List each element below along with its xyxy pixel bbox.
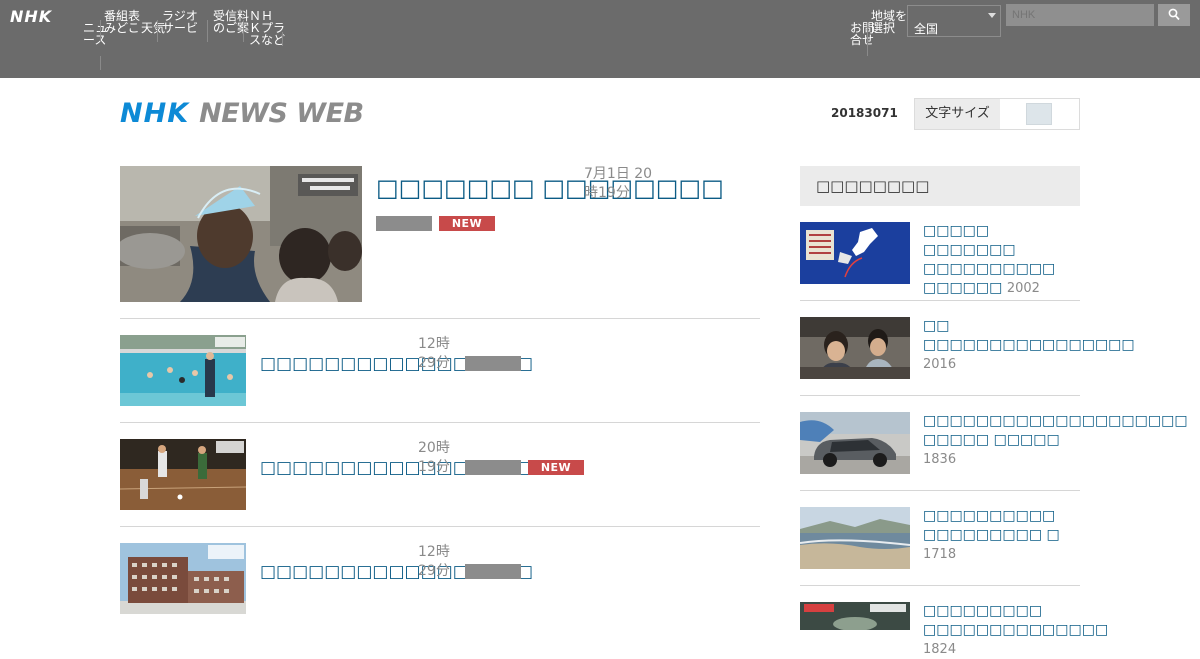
category-tag[interactable]: [465, 564, 521, 579]
list-divider: [120, 318, 760, 319]
article-date: 12時 29分: [418, 544, 450, 579]
text-size-toggle[interactable]: 文字サイズ: [914, 98, 1080, 130]
ranking-divider: [800, 395, 1080, 396]
toggle-switch[interactable]: [1026, 103, 1052, 125]
header-date: 20183071: [831, 106, 898, 120]
ranking-title: □□□□□□□□□□ □□□□□□□□□ □: [923, 508, 1060, 543]
nav-separator: [100, 56, 101, 70]
list-divider: [120, 526, 760, 527]
text-size-label: 文字サイズ: [915, 99, 1000, 129]
nav-item-plus[interactable]: ＮＨ Ｋプラ スなど: [249, 10, 285, 46]
nav-item-schedule[interactable]: 番組表 みどこ: [104, 10, 140, 34]
ranking-thumbnail-weather-map[interactable]: [800, 222, 910, 284]
nav-separator: [157, 20, 158, 42]
article-thumbnail-fan[interactable]: [120, 166, 362, 302]
region-select-value: 全国: [914, 22, 939, 36]
ranking-title: □□□□□□□□□ □□□□□□□□□□□□□□: [923, 603, 1109, 638]
ranking-count: 2016: [923, 357, 957, 372]
ranking-item-2[interactable]: □□ □□□□□□□□□□□□□□□□ 2016: [923, 317, 1135, 374]
article-date: 20時 19分: [418, 440, 450, 475]
ranking-thumbnail-beach[interactable]: [800, 507, 910, 569]
ranking-count: 1824: [923, 642, 957, 657]
list-divider: [120, 422, 760, 423]
ranking-thumbnail-car[interactable]: [800, 412, 910, 474]
ranking-title: □□□□□□□□□□□□□□□□□□□□ □□□□□ □□□□□: [923, 413, 1188, 448]
logo-newsweb-text: NEWS WEB: [199, 98, 364, 129]
nav-item-radio[interactable]: ラジオ サービ: [162, 10, 198, 34]
new-badge: NEW: [528, 460, 584, 475]
region-select[interactable]: 全国: [907, 5, 1001, 37]
nav-separator: [207, 20, 208, 42]
nav-separator: [867, 22, 868, 56]
ranking-item-3[interactable]: □□□□□□□□□□□□□□□□□□□□ □□□□□ □□□□□ 1836: [923, 412, 1188, 469]
nav-separator: [100, 20, 101, 42]
ranking-title: □□ □□□□□□□□□□□□□□□□: [923, 318, 1135, 353]
chevron-down-icon: [988, 13, 996, 18]
global-nav-bar: NHK ニュ ース 番組表 みどこ 天気 ラジオ サービ 受信料 のご案 ＮＨ …: [0, 0, 1200, 78]
ranking-count: 2002: [1006, 281, 1040, 296]
nhk-logo[interactable]: NHK: [10, 7, 52, 26]
ranking-count: 1836: [923, 452, 957, 467]
article-thumbnail-building[interactable]: [120, 543, 246, 614]
new-badge: NEW: [439, 216, 495, 231]
ranking-thumbnail-press[interactable]: [800, 317, 910, 379]
article-date: 7月1日 20 時19分: [584, 166, 653, 201]
article-thumbnail-pool[interactable]: [120, 335, 246, 406]
nav-separator: [243, 20, 244, 42]
ranking-heading: □□□□□□□□: [800, 166, 1080, 206]
ranking-divider: [800, 490, 1080, 491]
ranking-divider: [800, 300, 1080, 301]
nav-item-region-label: 地域を 選択: [871, 9, 908, 35]
ranking-item-4[interactable]: □□□□□□□□□□ □□□□□□□□□ □ 1718: [923, 507, 1081, 564]
ranking-thumbnail-fish[interactable]: [800, 602, 910, 630]
nav-separator: [282, 32, 283, 46]
category-tag[interactable]: [376, 216, 432, 231]
article-date: 12時 29分: [418, 336, 450, 371]
ranking-item-1[interactable]: □□□□□ □□□□□□□ □□□□□□□□□□ □□□□□□ 2002: [923, 222, 1081, 298]
search-icon: [1168, 8, 1180, 21]
ranking-item-5[interactable]: □□□□□□□□□ □□□□□□□□□□□□□□ 1824: [923, 602, 1108, 659]
category-tag[interactable]: [465, 460, 521, 475]
article-title[interactable]: □□□□□□□ □□□□□□□□: [376, 174, 724, 202]
logo-nhk-text: NHK: [120, 98, 190, 129]
ranking-divider: [800, 585, 1080, 586]
category-tag[interactable]: [465, 356, 521, 371]
search-button[interactable]: [1158, 4, 1190, 26]
search-input[interactable]: [1006, 4, 1154, 26]
ranking-count: 1718: [923, 547, 957, 562]
article-thumbnail-futsal[interactable]: [120, 439, 246, 510]
news-web-logo[interactable]: NHK NEWS WEB: [120, 98, 364, 129]
